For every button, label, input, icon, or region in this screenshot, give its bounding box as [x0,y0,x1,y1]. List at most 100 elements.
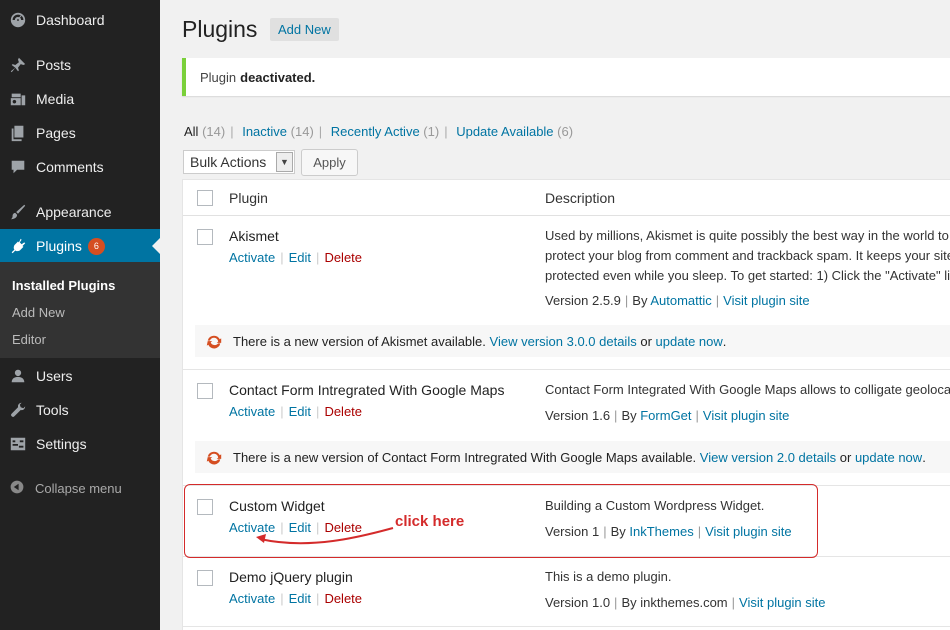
sidebar-item-plugins[interactable]: Plugins 6 [0,229,160,263]
sidebar-item-comments[interactable]: Comments [0,150,160,184]
update-now-link[interactable]: update now [855,450,922,465]
submenu-installed-plugins[interactable]: Installed Plugins [0,272,160,299]
sidebar-item-pages[interactable]: Pages [0,116,160,150]
page-title: Plugins [182,16,258,42]
pages-icon [8,123,28,143]
plugin-name: Akismet [229,228,279,244]
add-new-button[interactable]: Add New [270,18,339,41]
plugins-table: Plugin Description Akismet Activate | Edit… [182,179,950,630]
user-icon [8,366,28,386]
plugin-description: This is a demo plugin. [545,569,672,584]
sidebar-item-label: Settings [36,436,87,452]
visit-plugin-site-link[interactable]: Visit plugin site [723,293,809,308]
plugin-meta: Version 2.5.9 | By Automattic | Visit plugin… [545,293,810,308]
activate-link[interactable]: Activate [229,404,275,419]
plugin-name: Contact Form Intregrated With Google Map… [229,382,505,398]
delete-link[interactable]: Delete [324,404,362,419]
collapse-menu-label: Collapse menu [35,480,122,496]
delete-link[interactable]: Delete [324,250,362,265]
submenu-editor[interactable]: Editor [0,326,160,353]
sidebar-item-users[interactable]: Users [0,359,160,393]
annotation-arrow [256,527,394,545]
sidebar-item-label: Dashboard [36,12,105,28]
edit-link[interactable]: Edit [289,591,311,606]
bulk-actions-value: Bulk Actions [190,154,267,170]
sidebar-item-label: Posts [36,57,72,73]
delete-link[interactable]: Delete [324,591,362,606]
submenu-add-new[interactable]: Add New [0,299,160,326]
filter-update-available[interactable]: Update Available (6) [456,124,573,139]
sidebar-item-dashboard[interactable]: Dashboard [0,3,160,37]
plugin-description: Used by millions, Akismet is quite possi… [545,228,950,283]
sidebar-item-label: Users [36,368,73,384]
update-count-badge: 6 [87,237,105,255]
bulk-actions-select[interactable]: Bulk Actions ▼ [183,150,295,174]
filter-all[interactable]: All (14) [184,124,225,139]
update-notice: There is a new version of Contact Form I… [195,441,950,473]
sidebar-item-appearance[interactable]: Appearance [0,195,160,229]
pin-icon [8,55,28,75]
sidebar-item-label: Pages [36,125,76,141]
sidebar-item-tools[interactable]: Tools [0,393,160,427]
annotation-label: click here [395,513,465,530]
sidebar-item-media[interactable]: Media [0,82,160,116]
notice-bold-text: deactivated. [240,69,316,85]
admin-sidebar: Dashboard Posts Media Pages Comments App… [0,0,160,630]
column-header-plugin: Plugin [229,190,268,206]
media-icon [8,89,28,109]
row-divider [183,369,950,370]
row-actions: Activate | Edit | Delete [229,404,363,419]
visit-plugin-site-link[interactable]: Visit plugin site [703,408,789,423]
row-checkbox[interactable] [197,570,213,586]
author-link[interactable]: Automattic [650,293,711,308]
activate-link[interactable]: Activate [229,250,275,265]
sidebar-item-settings[interactable]: Settings [0,427,160,461]
collapse-menu-button[interactable]: Collapse menu [0,476,160,500]
comment-icon [8,157,28,177]
table-header: Plugin Description [183,180,950,216]
plugin-description: Contact Form Integrated With Google Maps… [545,382,950,397]
main-content: Plugins Add New Plugin deactivated. All … [160,0,950,630]
activate-link[interactable]: Activate [229,591,275,606]
plugin-meta: Version 1.6 | By FormGet | Visit plugin site [545,408,790,423]
plug-icon [8,236,28,256]
dashboard-icon [8,10,28,30]
notice-text: Plugin [200,69,237,85]
plugin-name: Demo jQuery plugin [229,569,353,585]
sidebar-item-label: Comments [36,159,104,175]
filter-recently-active[interactable]: Recently Active (1) [331,124,439,139]
sidebar-item-label: Plugins [36,238,82,254]
deactivated-notice: Plugin deactivated. [182,58,950,96]
filter-inactive[interactable]: Inactive (14) [242,124,314,139]
update-now-link[interactable]: update now [656,334,723,349]
wrench-icon [8,400,28,420]
plugin-status-filters: All (14) | Inactive (14) | Recently Active… [184,124,574,139]
chevron-down-icon: ▼ [276,152,293,172]
update-icon [206,335,222,349]
update-notice: There is a new version of Akismet availa… [195,325,950,357]
row-actions: Activate | Edit | Delete [229,250,363,265]
edit-link[interactable]: Edit [289,404,311,419]
select-all-checkbox[interactable] [197,190,213,206]
view-details-link[interactable]: View version 3.0.0 details [490,334,637,349]
plugins-submenu: Installed Plugins Add New Editor [0,262,160,358]
row-checkbox[interactable] [197,229,213,245]
visit-plugin-site-link[interactable]: Visit plugin site [739,595,825,610]
sidebar-item-label: Tools [36,402,69,418]
collapse-arrow-icon [9,479,27,497]
settings-icon [8,434,28,454]
row-divider [183,626,950,627]
brush-icon [8,202,28,222]
edit-link[interactable]: Edit [289,250,311,265]
view-details-link[interactable]: View version 2.0 details [700,450,836,465]
author-link[interactable]: FormGet [640,408,691,423]
apply-button[interactable]: Apply [301,149,358,176]
plugin-meta: Version 1.0 | By inkthemes.com | Visit plugi… [545,595,826,610]
sidebar-item-posts[interactable]: Posts [0,48,160,82]
update-icon [206,451,222,465]
sidebar-item-label: Media [36,91,75,107]
sidebar-item-label: Appearance [36,204,112,220]
column-header-description: Description [545,190,616,206]
row-checkbox[interactable] [197,383,213,399]
row-actions: Activate | Edit | Delete [229,591,363,606]
